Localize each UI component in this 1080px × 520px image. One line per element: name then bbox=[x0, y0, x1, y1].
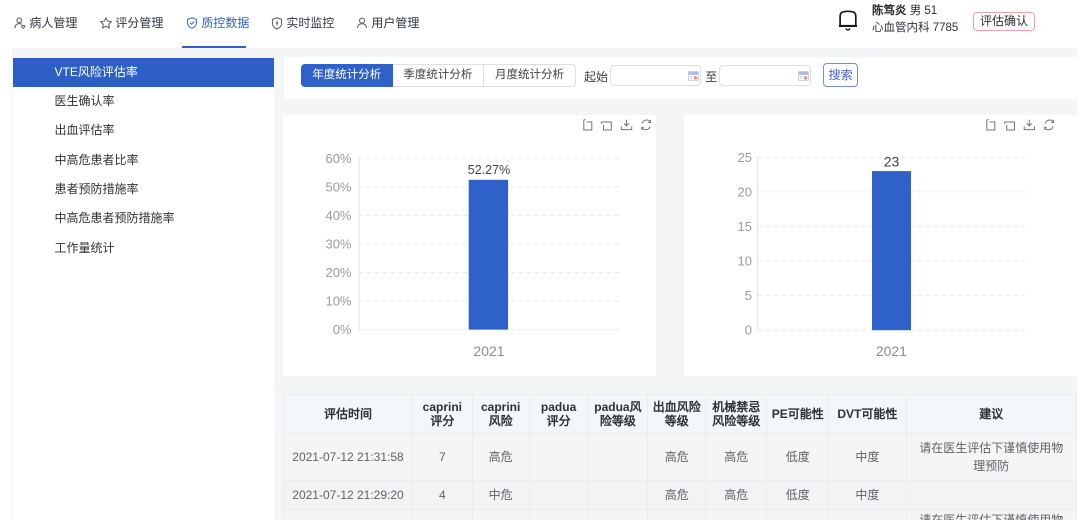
svg-text:40%: 40% bbox=[325, 208, 351, 223]
svg-text:23: 23 bbox=[884, 154, 900, 170]
svg-text:10%: 10% bbox=[325, 294, 351, 309]
svg-text:25: 25 bbox=[738, 150, 752, 165]
svg-text:2021: 2021 bbox=[876, 343, 907, 359]
svg-text:0: 0 bbox=[745, 323, 752, 338]
svg-text:15: 15 bbox=[738, 219, 752, 234]
svg-text:10: 10 bbox=[738, 254, 752, 269]
svg-text:52.27%: 52.27% bbox=[468, 163, 510, 177]
svg-text:20%: 20% bbox=[325, 265, 351, 280]
svg-text:2021: 2021 bbox=[473, 343, 504, 359]
svg-text:60%: 60% bbox=[325, 151, 351, 166]
svg-text:30%: 30% bbox=[325, 237, 351, 252]
svg-text:5: 5 bbox=[745, 289, 752, 304]
svg-text:0%: 0% bbox=[333, 323, 352, 338]
svg-text:20: 20 bbox=[738, 185, 752, 200]
svg-text:50%: 50% bbox=[325, 180, 351, 195]
